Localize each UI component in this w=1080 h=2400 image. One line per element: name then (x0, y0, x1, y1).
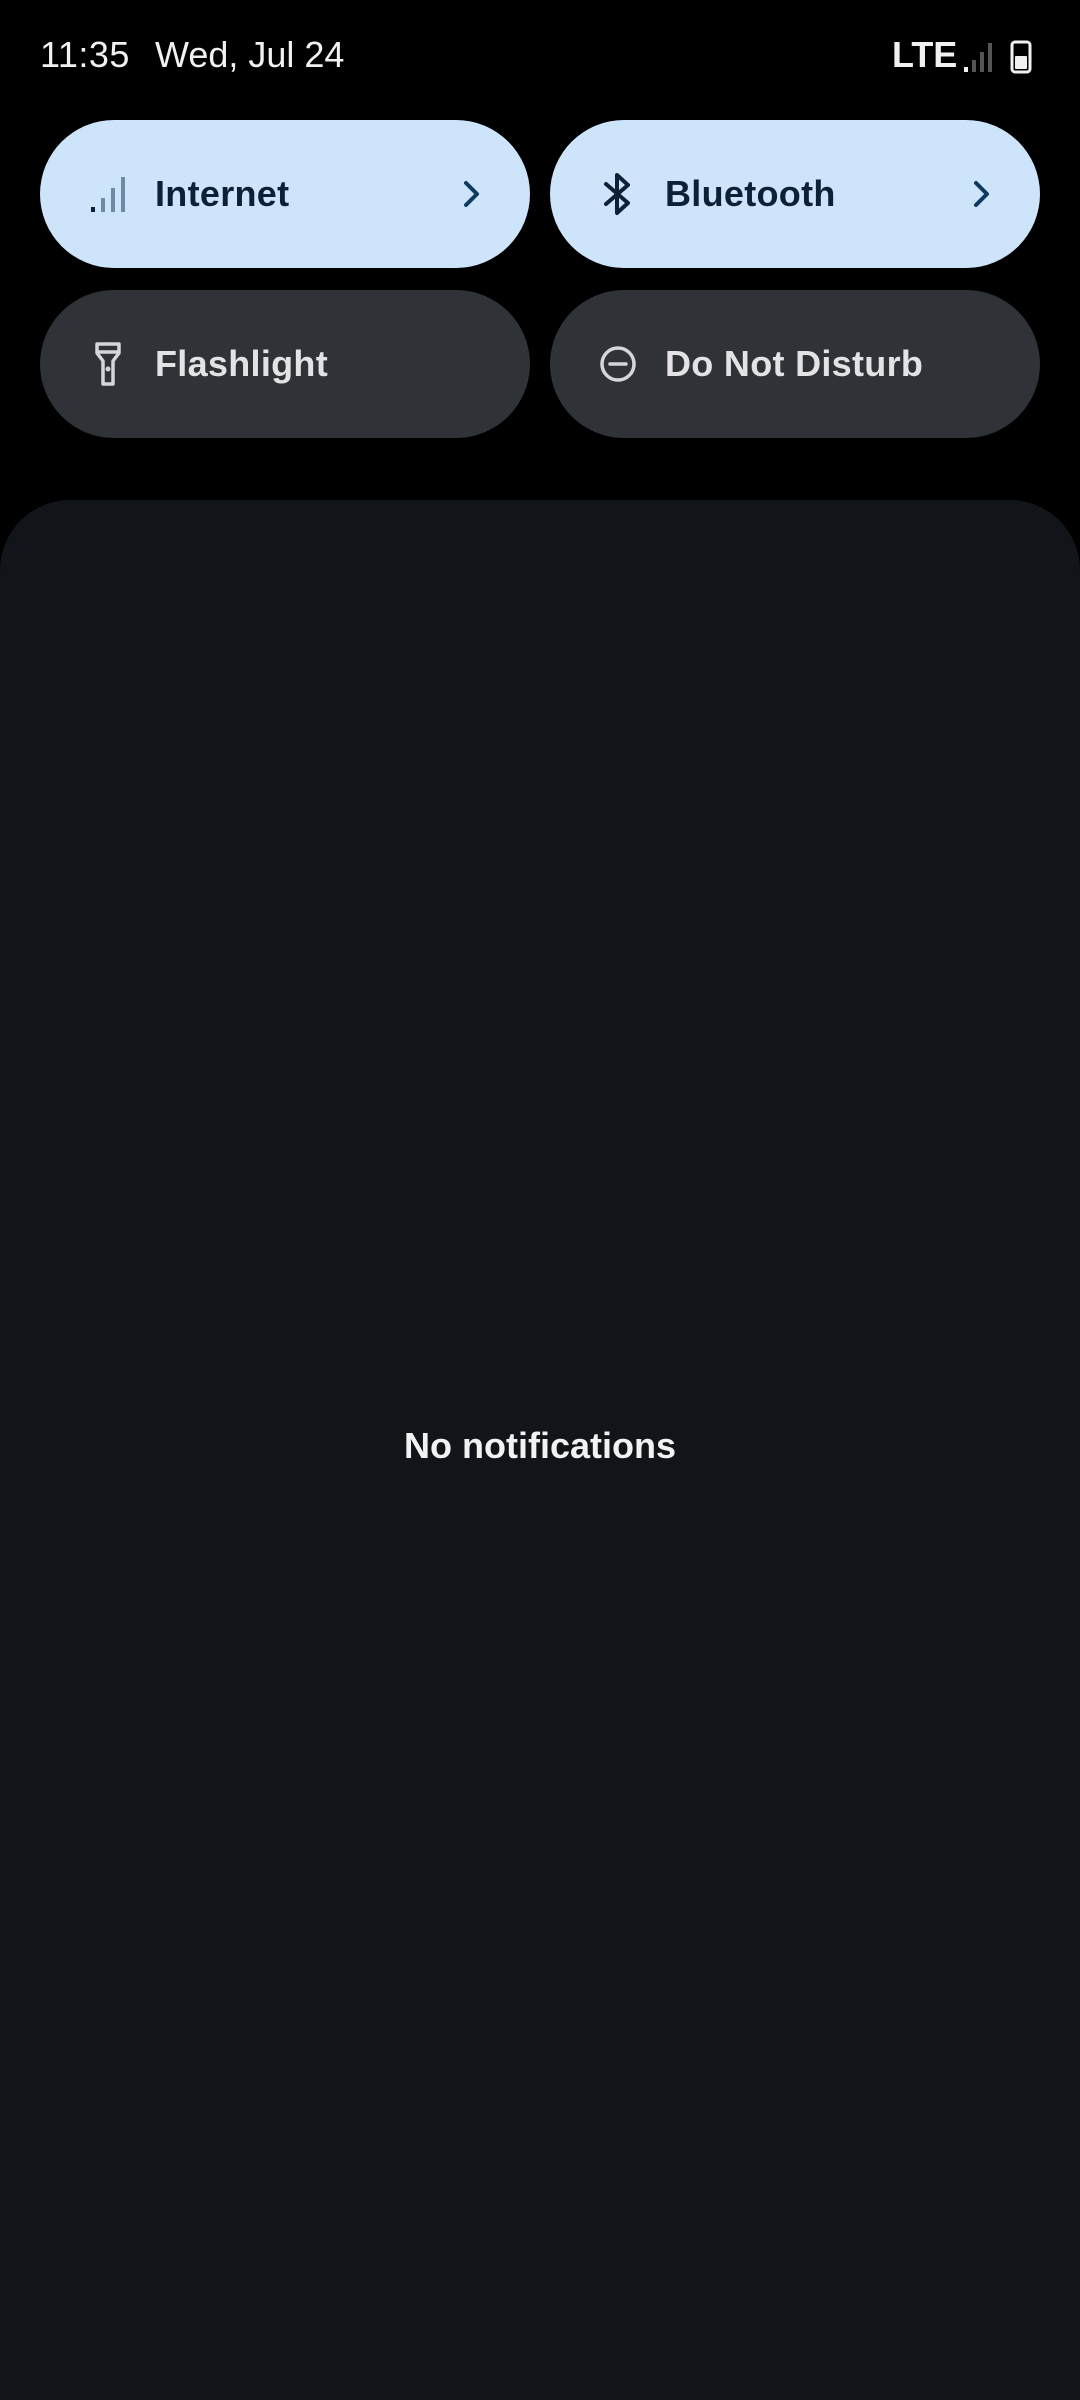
signal-icon (964, 43, 992, 72)
tile-internet[interactable]: Internet (40, 120, 530, 268)
chevron-right-icon[interactable] (964, 176, 1000, 212)
network-type-label: LTE (892, 34, 958, 75)
notification-shade: 11:35 Wed, Jul 24 LTE Internet Bluetooth… (0, 0, 1080, 2400)
status-bar: 11:35 Wed, Jul 24 LTE (0, 0, 1080, 116)
cell-signal-icon (84, 170, 132, 218)
flashlight-icon (84, 340, 132, 388)
notification-panel: No notifications (0, 500, 1080, 2400)
battery-icon (1010, 40, 1032, 74)
empty-notifications-text: No notifications (404, 1425, 676, 1466)
bluetooth-icon (594, 170, 642, 218)
do-not-disturb-icon (594, 340, 642, 388)
status-date: Wed, Jul 24 (155, 34, 345, 75)
status-time: 11:35 (40, 34, 130, 75)
tile-flashlight[interactable]: Flashlight (40, 290, 530, 438)
tile-label: Internet (155, 173, 290, 214)
tile-do-not-disturb[interactable]: Do Not Disturb (550, 290, 1040, 438)
tile-label: Flashlight (155, 343, 328, 384)
chevron-right-icon[interactable] (454, 176, 490, 212)
tile-label: Bluetooth (665, 173, 836, 214)
tile-label: Do Not Disturb (665, 343, 924, 384)
tile-bluetooth[interactable]: Bluetooth (550, 120, 1040, 268)
